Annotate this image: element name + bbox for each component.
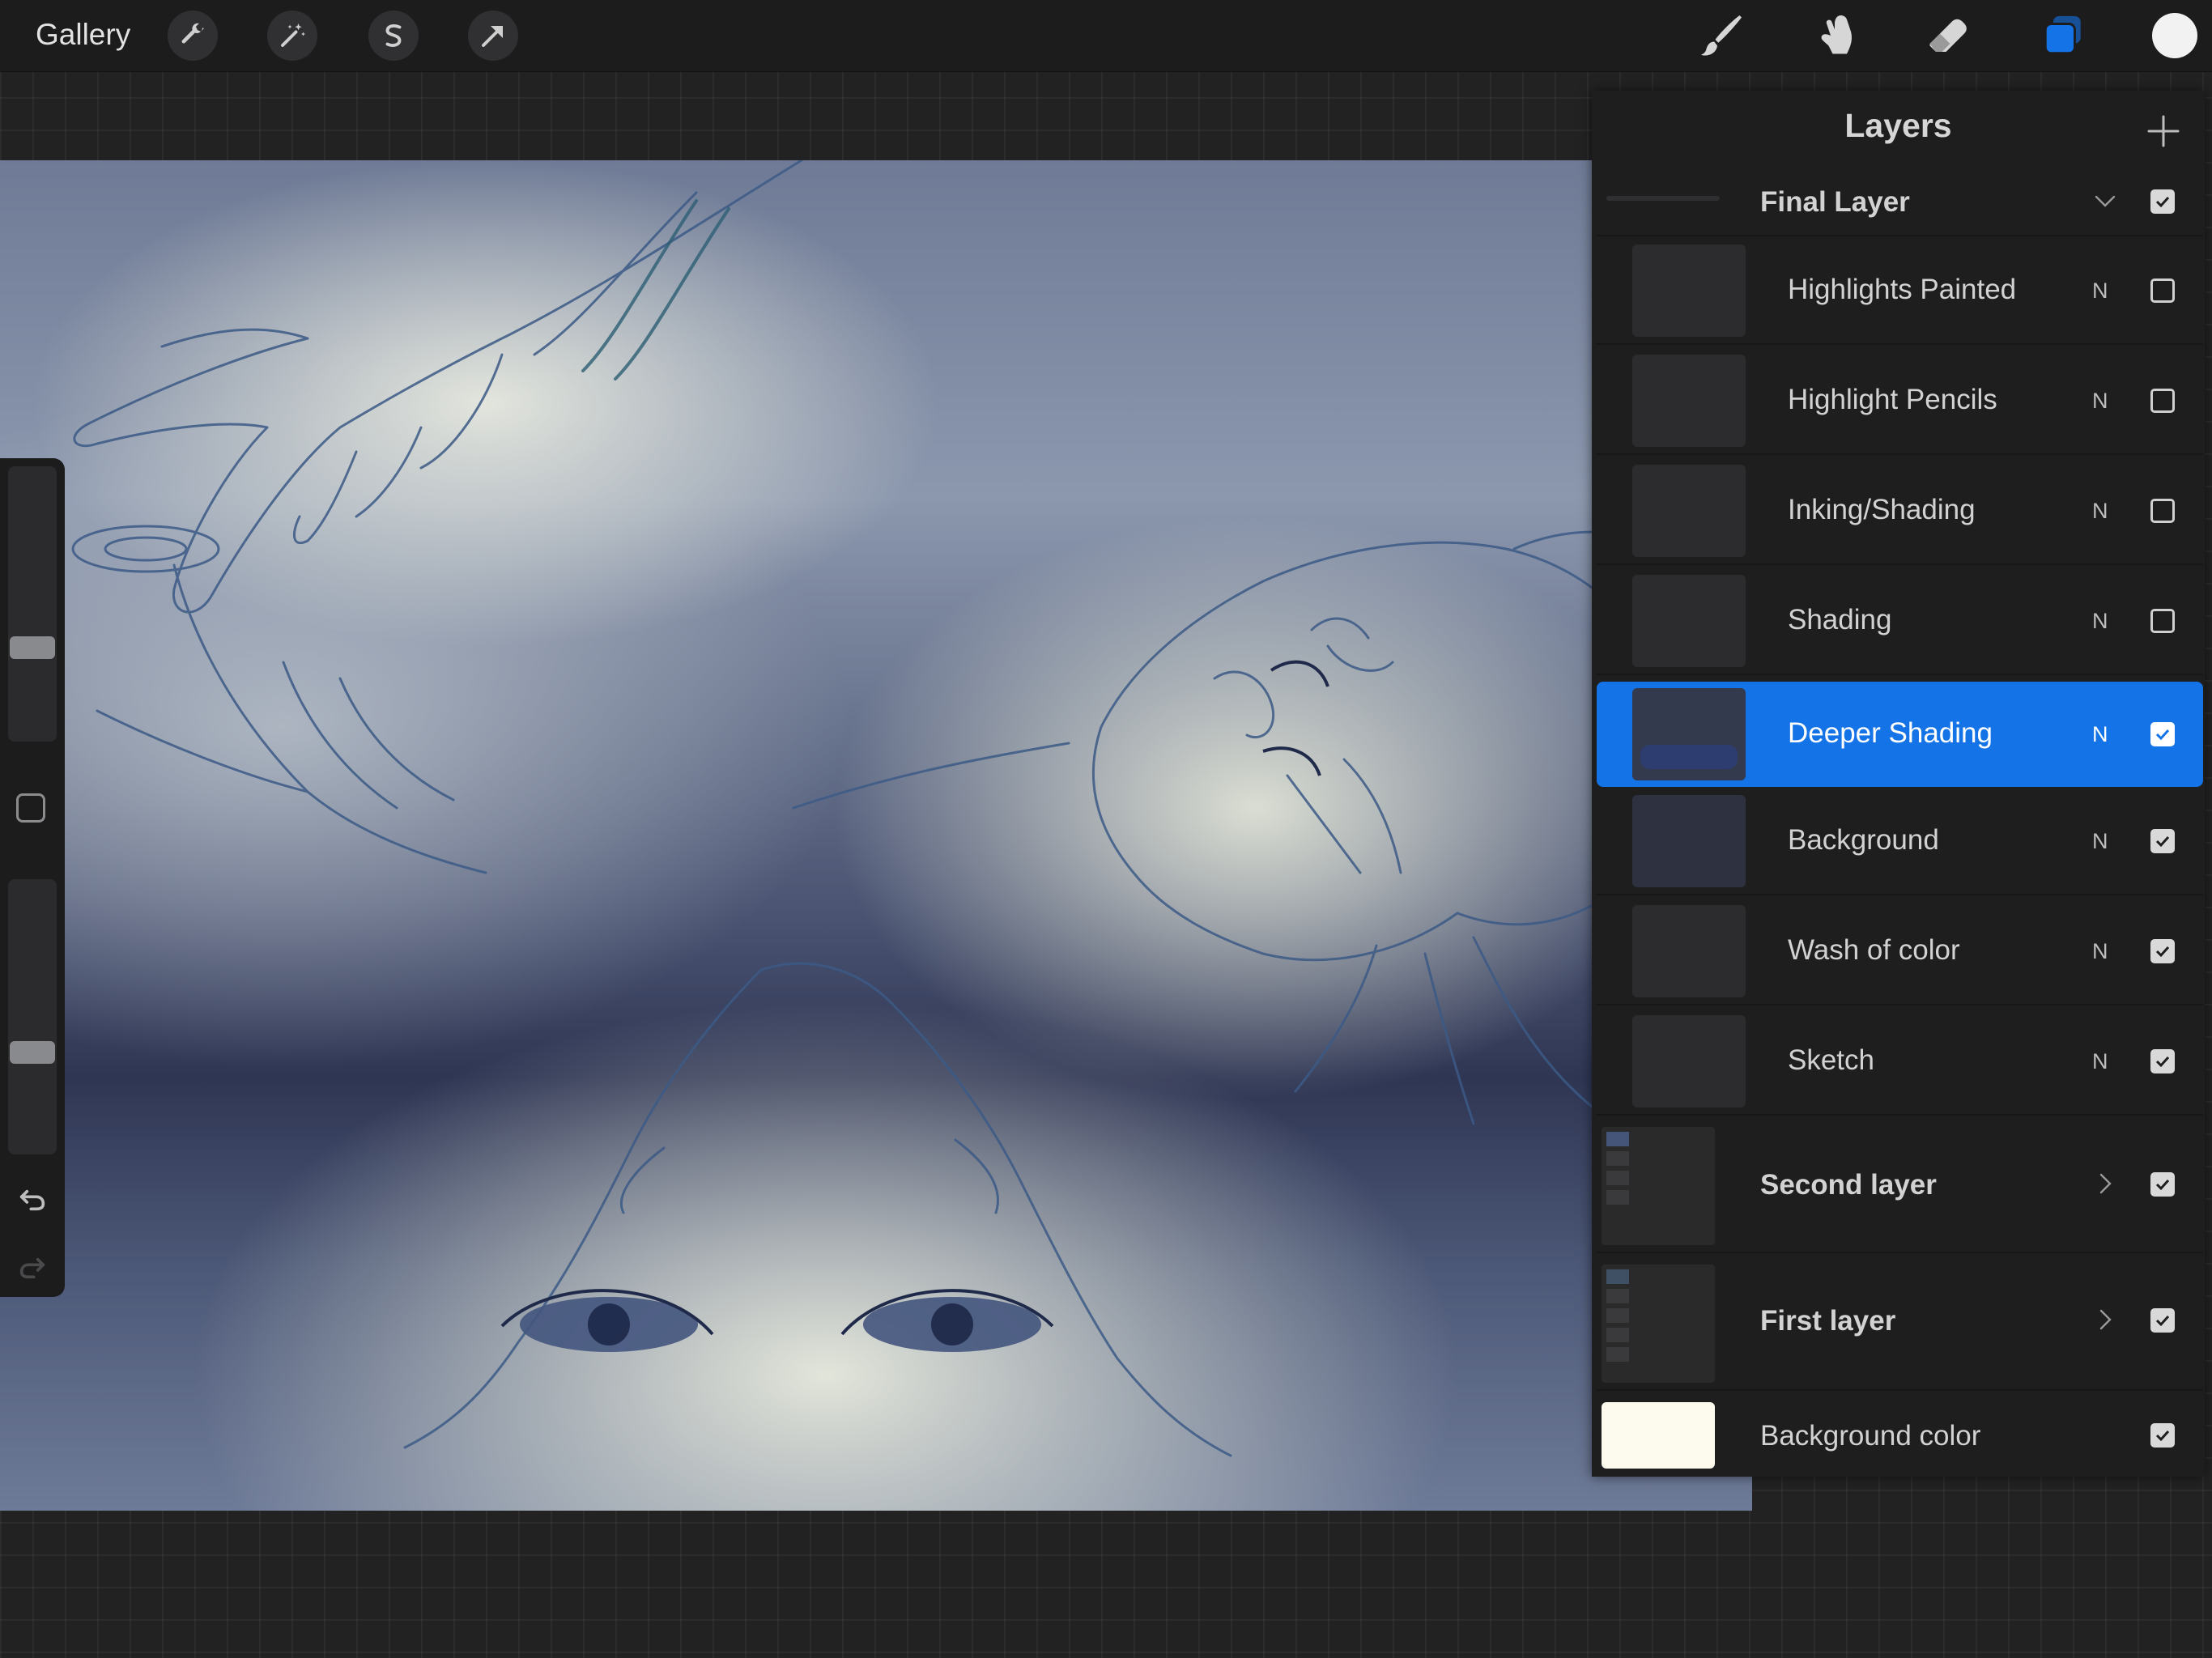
layer-row-deeper-shading[interactable]: Deeper Shading N bbox=[1597, 682, 2203, 787]
layer-row-sketch[interactable]: Sketch N bbox=[1597, 1009, 2203, 1116]
layer-thumbnail bbox=[1632, 244, 1746, 337]
selection-button[interactable] bbox=[368, 11, 419, 61]
color-picker-button[interactable] bbox=[2152, 13, 2197, 58]
layer-group-second[interactable]: Second layer bbox=[1597, 1119, 2203, 1253]
blend-mode-button[interactable]: N bbox=[2092, 389, 2108, 414]
layer-thumbnail bbox=[1632, 688, 1746, 780]
visibility-checkbox[interactable] bbox=[2150, 189, 2175, 214]
visibility-checkbox[interactable] bbox=[2150, 1423, 2175, 1448]
blend-mode-button[interactable]: N bbox=[2092, 609, 2108, 634]
layer-row-inking-shading[interactable]: Inking/Shading N bbox=[1597, 458, 2203, 565]
transform-arrow-icon bbox=[482, 26, 503, 47]
layer-row-background[interactable]: Background N bbox=[1597, 789, 2203, 895]
visibility-checkbox[interactable] bbox=[2150, 499, 2175, 523]
chevron-right-icon[interactable] bbox=[2094, 1172, 2116, 1195]
blend-mode-button[interactable]: N bbox=[2092, 1049, 2108, 1074]
layer-name: Background bbox=[1788, 824, 1939, 856]
opacity-thumb[interactable] bbox=[10, 1041, 55, 1064]
layer-row-highlight-pencils[interactable]: Highlight Pencils N bbox=[1597, 348, 2203, 455]
layer-name: Sketch bbox=[1788, 1044, 1874, 1076]
smudge-icon bbox=[1821, 15, 1852, 54]
layer-name: Shading bbox=[1788, 604, 1892, 636]
group-name: First layer bbox=[1760, 1305, 1896, 1337]
erase-tool-button[interactable] bbox=[1921, 8, 1976, 63]
layer-name: Wash of color bbox=[1788, 934, 1960, 966]
layer-thumbnail bbox=[1632, 1015, 1746, 1107]
layer-name: Inking/Shading bbox=[1788, 494, 1976, 525]
visibility-checkbox[interactable] bbox=[2150, 1049, 2175, 1073]
layer-row-wash-of-color[interactable]: Wash of color N bbox=[1597, 899, 2203, 1005]
layer-thumbnail bbox=[1632, 575, 1746, 667]
layer-thumbnail bbox=[1632, 465, 1746, 557]
selection-s-icon bbox=[385, 24, 402, 47]
blend-mode-button[interactable]: N bbox=[2092, 829, 2108, 854]
group-thumbnail bbox=[1606, 196, 1720, 201]
blend-mode-button[interactable]: N bbox=[2092, 278, 2108, 304]
actions-button[interactable] bbox=[168, 11, 218, 61]
layer-name: Highlights Painted bbox=[1788, 274, 2017, 305]
brush-icon bbox=[1701, 15, 1742, 56]
brush-size-slider[interactable] bbox=[8, 466, 57, 742]
layer-name: Highlight Pencils bbox=[1788, 384, 1997, 415]
magic-wand-icon bbox=[281, 23, 306, 47]
drawing-canvas[interactable] bbox=[0, 160, 1752, 1511]
group-name: Final Layer bbox=[1760, 186, 1910, 218]
visibility-checkbox[interactable] bbox=[2150, 829, 2175, 853]
layers-panel-title: Layers bbox=[1844, 107, 1952, 144]
add-layer-button[interactable] bbox=[2146, 113, 2181, 149]
artwork-sketch bbox=[71, 160, 1734, 1457]
layers-panel: Layers Final Layer Highlights Painted N … bbox=[1592, 91, 2205, 1477]
blend-mode-button[interactable]: N bbox=[2092, 939, 2108, 964]
visibility-checkbox[interactable] bbox=[2150, 1308, 2175, 1333]
layer-name: Deeper Shading bbox=[1788, 717, 1993, 749]
redo-button[interactable] bbox=[16, 1250, 49, 1282]
smudge-tool-button[interactable] bbox=[1807, 8, 1862, 63]
chevron-right-icon[interactable] bbox=[2094, 1308, 2116, 1331]
layer-row-shading[interactable]: Shading N bbox=[1597, 568, 2203, 675]
background-color-swatch[interactable] bbox=[1602, 1402, 1715, 1469]
blend-mode-button[interactable]: N bbox=[2092, 722, 2108, 747]
chevron-down-icon[interactable] bbox=[2094, 189, 2116, 212]
eraser-icon bbox=[1929, 19, 1967, 52]
visibility-checkbox[interactable] bbox=[2150, 278, 2175, 303]
brush-size-thumb[interactable] bbox=[10, 636, 55, 659]
blend-mode-button[interactable]: N bbox=[2092, 499, 2108, 524]
redo-icon bbox=[19, 1257, 45, 1279]
layer-name: Background color bbox=[1760, 1420, 1981, 1452]
visibility-checkbox[interactable] bbox=[2150, 722, 2175, 746]
layer-group-final[interactable]: Final Layer bbox=[1597, 167, 2203, 236]
undo-button[interactable] bbox=[16, 1182, 49, 1214]
opacity-slider[interactable] bbox=[8, 879, 57, 1154]
layers-button[interactable] bbox=[2035, 8, 2091, 63]
side-toolbar bbox=[0, 458, 65, 1297]
group-name: Second layer bbox=[1760, 1169, 1937, 1201]
layer-row-highlights-painted[interactable]: Highlights Painted N bbox=[1597, 238, 2203, 345]
layer-thumbnail bbox=[1632, 795, 1746, 887]
layer-thumbnail bbox=[1632, 355, 1746, 447]
wrench-icon bbox=[181, 23, 204, 44]
modify-button[interactable] bbox=[16, 793, 45, 823]
group-thumbnail bbox=[1602, 1127, 1715, 1245]
adjustments-button[interactable] bbox=[267, 11, 317, 61]
layer-group-first[interactable]: First layer bbox=[1597, 1256, 2203, 1391]
plus-icon bbox=[2147, 115, 2180, 147]
undo-icon bbox=[19, 1189, 45, 1211]
background-color-row[interactable]: Background color bbox=[1597, 1394, 2203, 1477]
paint-tool-button[interactable] bbox=[1694, 8, 1749, 63]
gallery-button[interactable]: Gallery bbox=[36, 18, 130, 52]
layer-thumbnail bbox=[1632, 905, 1746, 997]
top-toolbar: Gallery bbox=[0, 0, 2212, 72]
visibility-checkbox[interactable] bbox=[2150, 389, 2175, 413]
layers-icon bbox=[2044, 15, 2081, 55]
group-thumbnail bbox=[1602, 1265, 1715, 1383]
visibility-checkbox[interactable] bbox=[2150, 1172, 2175, 1197]
visibility-checkbox[interactable] bbox=[2150, 609, 2175, 633]
transform-button[interactable] bbox=[468, 11, 518, 61]
visibility-checkbox[interactable] bbox=[2150, 939, 2175, 963]
